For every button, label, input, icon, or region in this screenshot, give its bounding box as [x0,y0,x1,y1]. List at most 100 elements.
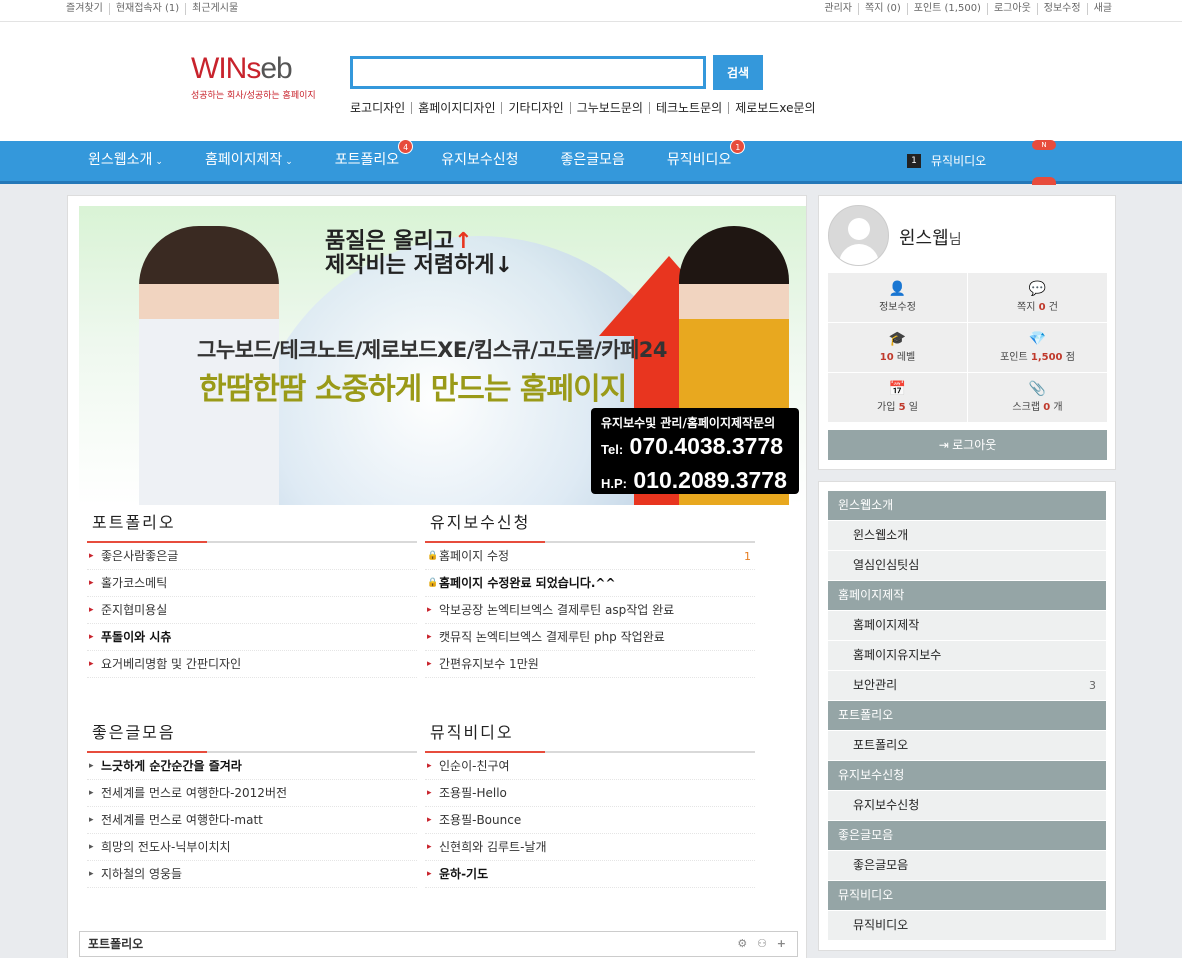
quick-link-logo-design[interactable]: 로고디자인 [350,102,411,114]
list-item[interactable]: ▸ 희망의 전도사-닉부이치치 [87,834,417,861]
list-item[interactable]: ▸ 전세계를 먼스로 여행한다-matt [87,807,417,834]
stat-label: 스크랩 0 개 [968,398,1107,413]
sidebar-item-label: 뮤직비디오 [853,918,909,932]
board-maintenance: 유지보수신청 🔒 홈페이지 수정 1 🔒 홈페이지 수정완료 되었습니다.^^ ▸ 악보공장 … [425,509,755,678]
sidebar-item[interactable]: 보안관리 3 [828,671,1106,700]
list-item[interactable]: ▸ 좋은사람좋은글 [87,543,417,570]
list-item[interactable]: ▸ 준지협미용실 [87,597,417,624]
stat-cell[interactable]: 📅 가입 5 일 [828,373,967,422]
stat-post: 일 [905,402,918,413]
quick-links: 로고디자인 홈페이지디자인 기타디자인 그누보드문의 테크노트문의 제로보드xe… [350,102,822,114]
board-title[interactable]: 좋은글모음 [87,719,417,753]
sidebar-item[interactable]: 열심인심팃심 [828,551,1106,580]
stat-cell[interactable]: 👤 정보수정 [828,273,967,322]
sidebar-category[interactable]: 뮤직비디오 [828,881,1106,910]
list-item[interactable]: 🔒 홈페이지 수정 1 [425,543,755,570]
search-button[interactable]: 검색 [713,55,763,90]
sidebar-item[interactable]: 뮤직비디오 [828,911,1106,940]
quick-link-zeroboard[interactable]: 제로보드xe문의 [728,102,821,114]
list-item[interactable]: ▸ 윤하-기도 [425,861,755,888]
new-posts-link[interactable]: 새글 [1086,3,1118,15]
stat-cell[interactable]: 💎 포인트 1,500 점 [968,323,1107,372]
strip-tools-icon[interactable]: ⚙ ⚇ + [737,932,789,956]
board-title[interactable]: 뮤직비디오 [425,719,755,753]
sidebar-category[interactable]: 좋은글모음 [828,821,1106,850]
board-title[interactable]: 유지보수신청 [425,509,755,543]
bookmark-link[interactable]: 즐겨찾기 [66,3,109,15]
logout-button[interactable]: ⇥ 로그아웃 [828,430,1107,460]
stat-post: 개 [1050,402,1063,413]
list-item-text: 캣뮤직 논엑티브엑스 결제루틴 php 작업완료 [439,630,665,644]
lock-icon: 🔒 [427,551,439,561]
list-item-text: 홈페이지 수정완료 되었습니다.^^ [439,576,616,590]
nav-item-label: 홈페이지제작 [204,152,283,168]
sidebar-category[interactable]: 홈페이지제작 [828,581,1106,610]
messages-link[interactable]: 쪽지 (0) [858,3,907,15]
stat-pre: 쪽지 [1017,302,1039,313]
sidebar-category[interactable]: 포트폴리오 [828,701,1106,730]
nav-item-5[interactable]: 뮤직비디오 1 [667,139,746,181]
list-item-text: 좋은사람좋은글 [101,549,179,563]
list-item[interactable]: ▸ 인순이-친구여 [425,753,755,780]
sidebar-item[interactable]: 좋은글모음 [828,851,1106,880]
stat-cell[interactable]: 🎓 10 레벨 [828,323,967,372]
list-item[interactable]: ▸ 조용필-Bounce [425,807,755,834]
avatar-body [839,244,879,265]
current-visitors-link[interactable]: 현재접속자 (1) [108,3,185,15]
admin-link[interactable]: 관리자 [824,3,858,15]
recent-posts-link[interactable]: 최근게시물 [185,3,244,15]
list-item[interactable]: ▸ 조용필-Hello [425,780,755,807]
sidebar-item[interactable]: 유지보수신청 [828,791,1106,820]
sidebar-item[interactable]: 윈스웹소개 [828,521,1106,550]
sidebar-category[interactable]: 유지보수신청 [828,761,1106,790]
nav-item-label: 좋은글모음 [560,152,625,168]
logout-link[interactable]: 로그아웃 [986,3,1037,15]
quick-link-gnuboard[interactable]: 그누보드문의 [569,102,649,114]
quick-link-other-design[interactable]: 기타디자인 [501,102,569,114]
sidebar-item[interactable]: 포트폴리오 [828,731,1106,760]
stat-cell[interactable]: 📎 스크랩 0 개 [968,373,1107,422]
sidebar-item[interactable]: 홈페이지제작 [828,611,1106,640]
new-badge: N [1032,140,1056,150]
list-item[interactable]: 🔒 홈페이지 수정완료 되었습니다.^^ [425,570,755,597]
list-item[interactable]: ▸ 캣뮤직 논엑티브엑스 결제루틴 php 작업완료 [425,624,755,651]
nav-item-3[interactable]: 유지보수신청 [441,141,518,181]
nav-item-1[interactable]: 홈페이지제작 ⌄ [205,141,293,181]
nav-item-2[interactable]: 포트폴리오 4 [335,139,414,181]
sidebar-item[interactable]: 홈페이지유지보수 [828,641,1106,670]
stat-cell[interactable]: 💬 쪽지 0 건 [968,273,1107,322]
points-link[interactable]: 포인트 (1,500) [906,3,987,15]
count-badge: 1 [730,139,746,154]
avatar[interactable] [828,205,889,266]
list-item[interactable]: ▸ 느긋하게 순간순간을 즐겨라 [87,753,417,780]
new-badge-tail [1032,177,1056,185]
quick-link-homepage-design[interactable]: 홈페이지디자인 [411,102,501,114]
sidebar-item-count: 3 [1089,679,1096,692]
edit-profile-link[interactable]: 정보수정 [1036,3,1087,15]
bullet-icon: ▸ [89,605,94,615]
list-item[interactable]: ▸ 악보공장 논엑티브엑스 결제루틴 asp작업 완료 [425,597,755,624]
list-item[interactable]: ▸ 홀가코스메틱 [87,570,417,597]
list-item[interactable]: ▸ 간편유지보수 1만원 [425,651,755,678]
list-item[interactable]: ▸ 요거베리명함 및 간판디자인 [87,651,417,678]
sidebar-category[interactable]: 윈스웹소개 [828,491,1106,520]
promo-banner[interactable]: 품질은 올리고↑ 제작비는 저렴하게↓ 그누보드/테크노트/제로보드XE/킴스큐… [79,206,806,505]
board-good-writings: 좋은글모음 ▸ 느긋하게 순간순간을 즐겨라 ▸ 전세계를 먼스로 여행한다-2012버… [87,719,417,888]
bullet-icon: ▸ [89,761,94,771]
list-item[interactable]: ▸ 지하철의 영웅들 [87,861,417,888]
stat-post: 점 [1062,352,1075,363]
site-logo[interactable]: WINseb 성공하는 회사/성공하는 홈페이지 [191,52,331,112]
profile-stats: 👤 정보수정 💬 쪽지 0 건 🎓 10 레벨 💎 포인트 1,500 점 📅 가입 5 일 📎 스크… [828,273,1107,422]
bullet-icon: ▸ [89,659,94,669]
stat-pre: 가입 [877,402,899,413]
search-input[interactable] [353,59,703,86]
quick-link-technote[interactable]: 테크노트문의 [648,102,728,114]
list-item[interactable]: ▸ 푸돌이와 시츄 [87,624,417,651]
nav-rank[interactable]: 1 뮤직비디오 N [907,140,1056,185]
list-item[interactable]: ▸ 전세계를 먼스로 여행한다-2012버전 [87,780,417,807]
graduation-cap-icon: 🎓 [888,331,907,347]
list-item[interactable]: ▸ 신현희와 김루트-날개 [425,834,755,861]
nav-item-0[interactable]: 윈스웹소개 ⌄ [88,141,163,181]
nav-item-4[interactable]: 좋은글모음 [560,141,624,181]
board-title[interactable]: 포트폴리오 [87,509,417,543]
